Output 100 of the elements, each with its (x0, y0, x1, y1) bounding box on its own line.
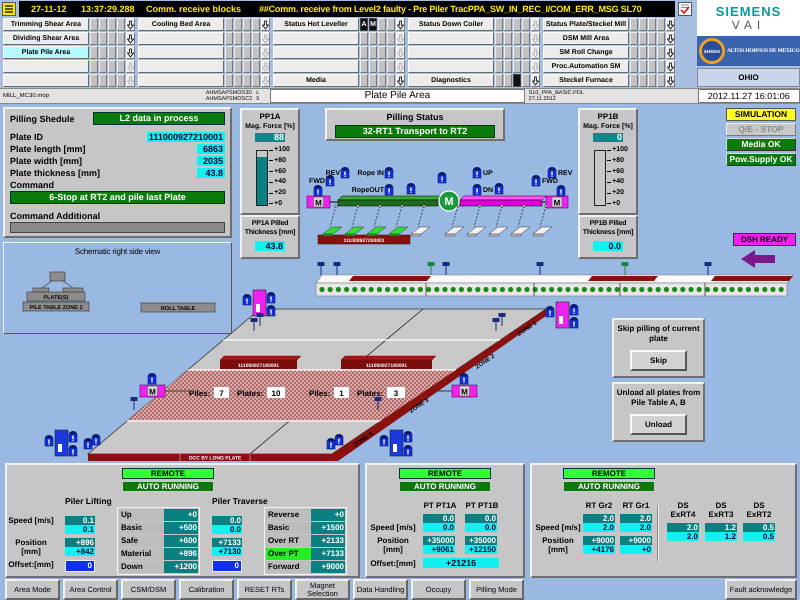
down-arrow-icon[interactable] (666, 32, 675, 45)
down-arrow-icon[interactable] (531, 74, 540, 87)
limit-label: Basic (266, 522, 311, 534)
down-arrow-icon[interactable] (126, 46, 135, 59)
limit-label: Material (119, 548, 164, 560)
remote-indicator: REMOTE (122, 468, 214, 479)
down-arrow-icon[interactable] (666, 18, 675, 31)
nav-button[interactable] (408, 32, 494, 45)
alert-lamp-icon (532, 175, 540, 186)
nav-button[interactable] (273, 60, 359, 73)
row-label: Offset:[mm] (7, 560, 55, 571)
nav-button[interactable] (138, 46, 224, 59)
axis-title: Piler Lifting (65, 495, 113, 507)
limit-value: +896 (164, 548, 198, 560)
field-label: Plate length [mm] (10, 143, 86, 155)
alert-lamp-icon (68, 431, 78, 442)
nav-button[interactable] (408, 60, 494, 73)
alarm-source: Comm. receive blocks (146, 4, 242, 14)
down-arrow-icon[interactable] (666, 46, 675, 59)
status-indicator: Media OK (726, 138, 796, 151)
ready-indicator: DSH READY (733, 233, 796, 246)
alert-lamp-icon (472, 184, 482, 196)
alert-lamp-icon (68, 445, 78, 456)
nav-button[interactable] (3, 74, 89, 87)
alert-lamp-icon (556, 185, 566, 196)
remote-indicator: REMOTE (399, 468, 491, 479)
alarm-list-icon[interactable] (2, 2, 16, 16)
actual-display: 2.0 (583, 523, 615, 532)
nav-button[interactable] (3, 60, 89, 73)
setpoint-display: +35000 (465, 536, 497, 545)
alert-lamp-icon (546, 306, 554, 318)
down-arrow-icon[interactable] (666, 74, 675, 87)
limit-value: +9000 (310, 561, 345, 573)
motor-drawing (452, 384, 478, 398)
limit-label: Down (119, 561, 164, 573)
column-header: RT Gr2 (584, 501, 614, 510)
brand-name: SIEMENS (716, 4, 782, 18)
value-display: 43.8 (255, 241, 285, 251)
down-arrow-icon[interactable] (396, 18, 405, 31)
down-arrow-icon[interactable] (126, 32, 135, 45)
action-button[interactable]: Skip (630, 350, 687, 371)
value-display: 6863 (197, 144, 225, 154)
row-label: Speed [m/s] (7, 516, 55, 527)
division-name: VAI (732, 18, 766, 32)
remote-indicator: REMOTE (563, 468, 655, 479)
axis-title: Piler Traverse (212, 495, 269, 507)
offset-display: +21216 (423, 558, 499, 568)
actual-display: 0.0 (465, 523, 497, 532)
actual-display: 1.2 (705, 532, 737, 541)
field-label: Plate ID (10, 131, 44, 143)
motor-label: M (444, 196, 454, 208)
nav-button[interactable] (138, 60, 224, 73)
offset-field[interactable]: 0 (65, 560, 95, 572)
actual-display: +7130 (212, 547, 242, 556)
actual-display: 2.0 (667, 532, 699, 541)
drive-unit-drawing (390, 430, 404, 456)
limit-value: +7133 (310, 548, 345, 560)
down-arrow-icon[interactable] (261, 18, 270, 31)
motor-label: M (554, 198, 560, 208)
report-icon[interactable] (678, 2, 692, 16)
alert-lamp-icon (326, 175, 334, 186)
field-label: Command (10, 179, 56, 191)
panel-text: Skip pilling of current plate (616, 324, 701, 344)
row-label: Speed [m/s] (534, 523, 582, 532)
motor-label: M (315, 198, 322, 208)
alarm-message: ##Comm. receive from Level2 faulty - Pre Piler TracPPA_SW_IN_REC_I/COM_ERR_MSG SL70 (259, 4, 642, 14)
site-name: OHIO (697, 68, 800, 87)
drive-motor-drawing (438, 190, 460, 212)
actual-display: 0.5 (743, 532, 775, 541)
plate-stack-drawing (32, 272, 84, 292)
offset-field[interactable]: 0 (212, 560, 242, 572)
counter-label: Plates: (357, 389, 384, 398)
nav-button[interactable] (138, 32, 224, 45)
action-button[interactable]: Unload (630, 414, 687, 435)
alert-lamp-icon (84, 438, 92, 450)
status-indicator: Q/E - STOP (726, 123, 796, 136)
drive-unit-drawing (556, 302, 570, 328)
alert-lamp-icon (548, 167, 556, 178)
row-label: Speed [m/s] (369, 523, 417, 532)
plate-drawing (588, 276, 658, 281)
down-arrow-icon[interactable] (666, 60, 675, 73)
alert-lamp-icon (384, 184, 394, 196)
row-label: Position [mm] (541, 536, 575, 554)
nav-button[interactable] (138, 74, 224, 87)
alert-lamp-icon (404, 445, 412, 456)
field-label: Command Additional (10, 210, 102, 222)
nav-button[interactable] (408, 46, 494, 59)
reading-display: 88 (255, 133, 285, 142)
nav-button[interactable] (273, 32, 359, 45)
column-header: PT PT1A (423, 501, 457, 510)
plate-count: 10 (267, 387, 285, 398)
nav-button[interactable] (273, 46, 359, 59)
actual-display: +0 (620, 545, 652, 554)
down-arrow-icon[interactable] (126, 18, 135, 31)
actual-display: 0.1 (65, 525, 95, 534)
sensor-icon (374, 397, 382, 410)
down-arrow-icon[interactable] (396, 74, 405, 87)
motor-drawing (140, 384, 166, 398)
actual-display: +12150 (465, 545, 497, 554)
alert-lamp-icon (92, 434, 100, 446)
